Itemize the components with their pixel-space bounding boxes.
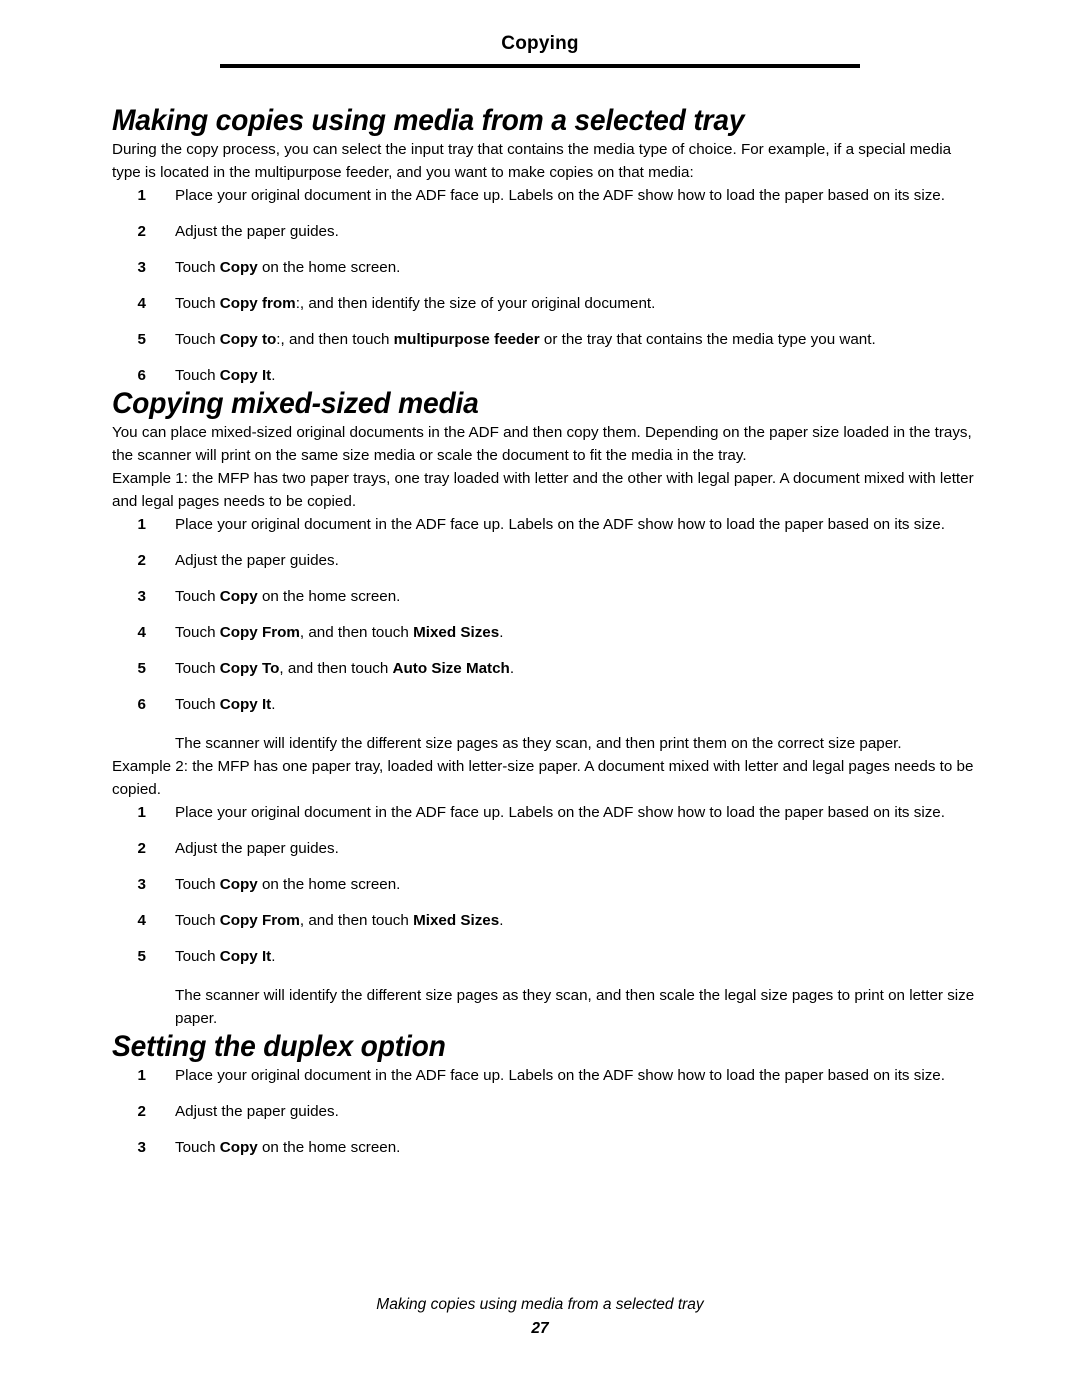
ui-control-name: Copy from bbox=[219, 295, 296, 312]
section-2-intro: You can place mixed-sized original docum… bbox=[112, 424, 972, 464]
ui-control-name: multipurpose feeder bbox=[393, 331, 540, 348]
step-item: 5 Touch Copy to:, and then touch multipur… bbox=[112, 328, 978, 351]
step-number: 4 bbox=[137, 295, 146, 312]
header-title: Copying bbox=[501, 33, 579, 54]
step-number: 5 bbox=[137, 660, 146, 677]
step-item: 6 Touch Copy It. bbox=[112, 693, 978, 716]
section-2-example-1-note: The scanner will identify the different … bbox=[175, 735, 902, 752]
step-item: 1 Place your original document in the ADF… bbox=[112, 801, 978, 824]
step-text: Touch Copy on the home screen. bbox=[175, 876, 401, 893]
section-2-example-2-intro: Example 2: the MFP has one paper tray, l… bbox=[112, 758, 974, 798]
footer-page-number: 27 bbox=[531, 1320, 549, 1337]
ui-control-name: Copy bbox=[219, 876, 258, 893]
footer-title: Making copies using media from a selecte… bbox=[376, 1296, 704, 1313]
ui-control-name: Mixed Sizes bbox=[413, 624, 500, 641]
step-item: 1 Place your original document in the ADF… bbox=[112, 513, 978, 536]
step-number: 4 bbox=[137, 912, 146, 929]
step-text: Touch Copy to:, and then touch multipurp… bbox=[175, 331, 876, 348]
step-number: 2 bbox=[137, 840, 146, 857]
section-1-steps: 1 Place your original document in the ADF… bbox=[112, 184, 978, 387]
step-number: 4 bbox=[137, 624, 146, 641]
step-number: 3 bbox=[137, 259, 146, 276]
step-text: Touch Copy from:, and then identify the … bbox=[175, 295, 656, 312]
step-item: 3 Touch Copy on the home screen. bbox=[112, 585, 978, 608]
step-number: 2 bbox=[137, 1103, 146, 1120]
step-item: 4 Touch Copy From, and then touch Mixed S… bbox=[112, 621, 978, 644]
ui-control-name: Copy It bbox=[219, 367, 272, 384]
step-text: Touch Copy It. bbox=[175, 948, 276, 965]
step-text: Touch Copy It. bbox=[175, 367, 276, 384]
step-item: 3 Touch Copy on the home screen. bbox=[112, 1136, 978, 1159]
step-number: 5 bbox=[137, 948, 146, 965]
step-item: 2 Adjust the paper guides. bbox=[112, 1100, 978, 1123]
step-item: 5 Touch Copy It. bbox=[112, 945, 978, 968]
step-text: Touch Copy From, and then touch Mixed Si… bbox=[175, 912, 504, 929]
section-heading-1: Making copies using media from a selecte… bbox=[112, 104, 745, 137]
step-text: Place your original document in the ADF … bbox=[175, 187, 945, 204]
step-text: Touch Copy on the home screen. bbox=[175, 1139, 401, 1156]
step-text: Touch Copy To, and then touch Auto Size … bbox=[175, 660, 515, 677]
ui-control-name: Copy bbox=[219, 1139, 258, 1156]
step-number: 2 bbox=[137, 552, 146, 569]
ui-control-name: Mixed Sizes bbox=[413, 912, 500, 929]
step-text: Adjust the paper guides. bbox=[175, 223, 339, 240]
step-item: 2 Adjust the paper guides. bbox=[112, 837, 978, 860]
page-header: Copying bbox=[220, 32, 860, 68]
step-number: 6 bbox=[137, 367, 146, 384]
header-rule bbox=[220, 64, 860, 68]
section-heading-2: Copying mixed-sized media bbox=[112, 387, 479, 420]
step-text: Adjust the paper guides. bbox=[175, 840, 339, 857]
ui-control-name: Copy to bbox=[219, 331, 277, 348]
section-2-example-1-intro: Example 1: the MFP has two paper trays, … bbox=[112, 470, 974, 510]
section-2-example-2-steps: 1 Place your original document in the ADF… bbox=[112, 801, 978, 968]
ui-control-name: Copy bbox=[219, 588, 258, 605]
step-item: 6 Touch Copy It. bbox=[112, 364, 978, 387]
step-item: 2 Adjust the paper guides. bbox=[112, 220, 978, 243]
section-1-intro: During the copy process, you can select … bbox=[112, 141, 952, 181]
step-item: 1 Place your original document in the ADF… bbox=[112, 184, 978, 207]
step-item: 3 Touch Copy on the home screen. bbox=[112, 873, 978, 896]
step-number: 3 bbox=[137, 588, 146, 605]
step-number: 1 bbox=[137, 187, 146, 204]
step-text: Touch Copy on the home screen. bbox=[175, 588, 401, 605]
step-text: Touch Copy From, and then touch Mixed Si… bbox=[175, 624, 504, 641]
step-number: 1 bbox=[137, 804, 146, 821]
ui-control-name: Auto Size Match bbox=[392, 660, 510, 677]
step-number: 1 bbox=[137, 516, 146, 533]
step-item: 2 Adjust the paper guides. bbox=[112, 549, 978, 572]
step-item: 4 Touch Copy from:, and then identify the… bbox=[112, 292, 978, 315]
step-item: 1 Place your original document in the ADF… bbox=[112, 1064, 978, 1087]
step-number: 6 bbox=[137, 696, 146, 713]
section-heading-3: Setting the duplex option bbox=[112, 1030, 446, 1063]
section-2-example-1-steps: 1 Place your original document in the ADF… bbox=[112, 513, 978, 716]
step-item: 5 Touch Copy To, and then touch Auto Size… bbox=[112, 657, 978, 680]
step-text: Place your original document in the ADF … bbox=[175, 516, 945, 533]
step-item: 3 Touch Copy on the home screen. bbox=[112, 256, 978, 279]
ui-control-name: Copy It bbox=[219, 696, 272, 713]
section-2-example-2-note: The scanner will identify the different … bbox=[175, 987, 975, 1027]
step-number: 5 bbox=[137, 331, 146, 348]
step-text: Touch Copy on the home screen. bbox=[175, 259, 401, 276]
page-footer: Making copies using media from a selecte… bbox=[0, 1294, 1080, 1339]
step-text: Adjust the paper guides. bbox=[175, 1103, 339, 1120]
document-page: Copying Making copies using media from a… bbox=[0, 0, 1080, 1397]
step-text: Place your original document in the ADF … bbox=[175, 804, 945, 821]
step-number: 1 bbox=[137, 1067, 146, 1084]
ui-control-name: Copy bbox=[219, 259, 258, 276]
step-text: Adjust the paper guides. bbox=[175, 552, 339, 569]
step-text: Place your original document in the ADF … bbox=[175, 1067, 945, 1084]
step-text: Touch Copy It. bbox=[175, 696, 276, 713]
section-3-steps: 1 Place your original document in the ADF… bbox=[112, 1064, 978, 1159]
step-number: 2 bbox=[137, 223, 146, 240]
page-content: Making copies using media from a selecte… bbox=[112, 104, 978, 1159]
step-item: 4 Touch Copy From, and then touch Mixed S… bbox=[112, 909, 978, 932]
ui-control-name: Copy To bbox=[219, 660, 280, 677]
step-number: 3 bbox=[137, 876, 146, 893]
step-number: 3 bbox=[137, 1139, 146, 1156]
ui-control-name: Copy From bbox=[219, 624, 300, 641]
ui-control-name: Copy It bbox=[219, 948, 272, 965]
ui-control-name: Copy From bbox=[219, 912, 300, 929]
